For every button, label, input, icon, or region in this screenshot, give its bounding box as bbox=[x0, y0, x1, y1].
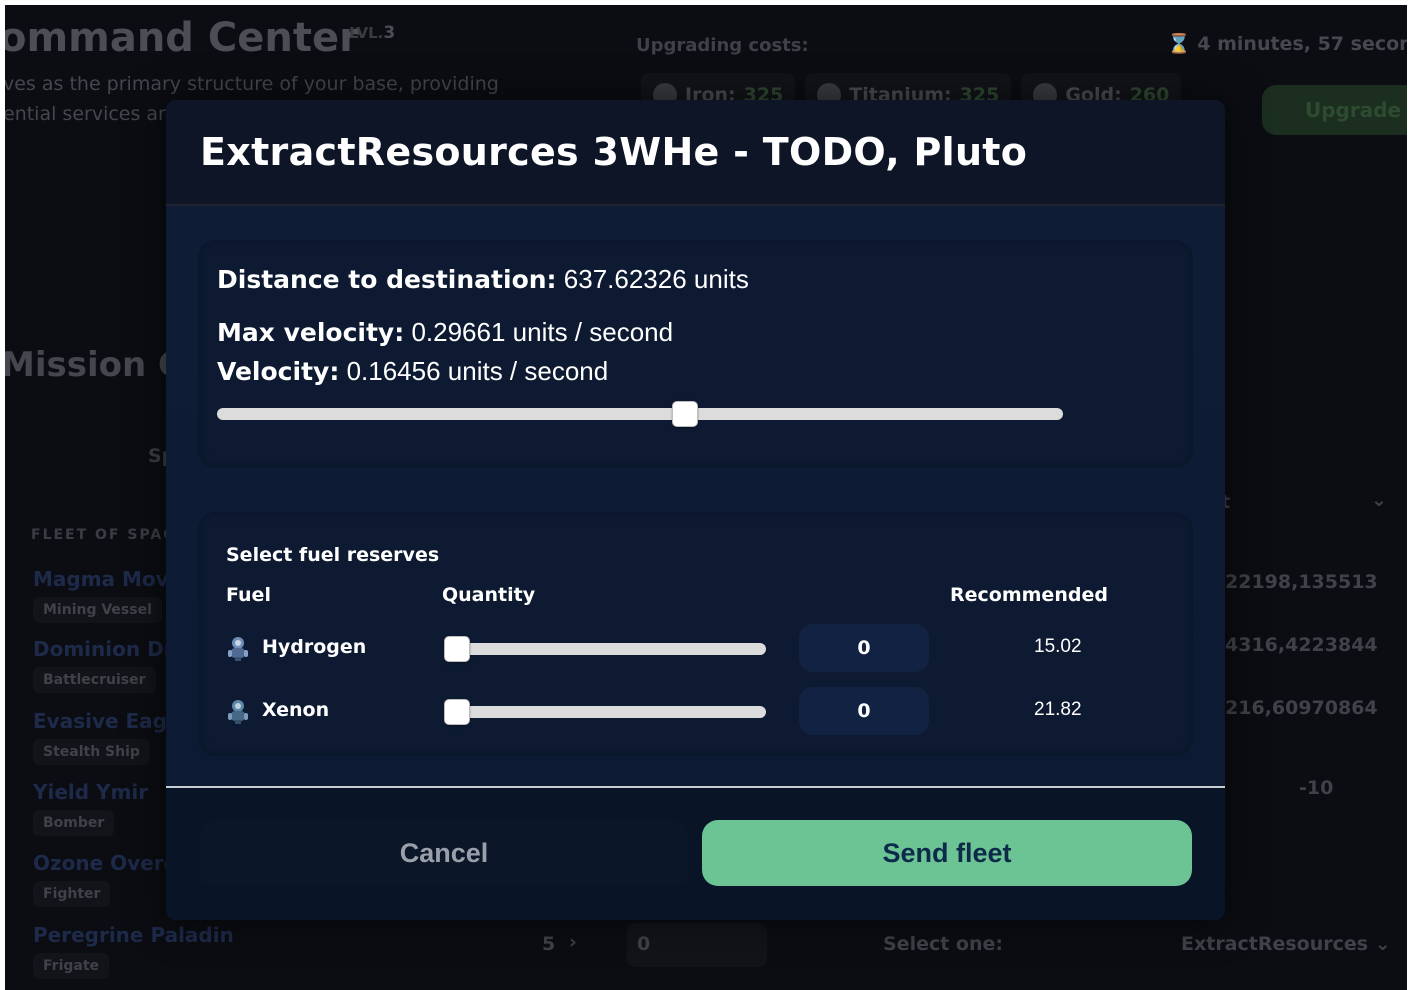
chevron-down-icon: ⌄ bbox=[1374, 933, 1391, 955]
quantity-column-header: Quantity bbox=[442, 584, 536, 606]
modal-header: ExtractResources 3WHe - TODO, Pluto bbox=[166, 100, 1225, 206]
send-fleet-modal: ExtractResources 3WHe - TODO, Pluto Dist… bbox=[166, 100, 1225, 920]
chevron-right-icon[interactable]: › bbox=[569, 931, 577, 953]
modal-title: ExtractResources 3WHe - TODO, Pluto bbox=[200, 130, 1028, 174]
fleet-header: FLEET OF SPAC bbox=[31, 527, 176, 543]
fuel-name: Hydrogen bbox=[262, 636, 367, 658]
fuel-card: Select fuel reserves Fuel Quantity Recom… bbox=[198, 512, 1193, 756]
ship-item[interactable]: Dominion Dr Battlecruiser bbox=[33, 637, 174, 693]
cancel-button[interactable]: Cancel bbox=[199, 820, 689, 886]
upgrading-costs-label: Upgrading costs: bbox=[636, 35, 809, 56]
velocity-card: Distance to destination: 637.62326 units… bbox=[198, 240, 1193, 468]
fuel-slider-handle[interactable] bbox=[444, 636, 470, 662]
modal-body: Distance to destination: 637.62326 units… bbox=[166, 206, 1225, 786]
fuel-slider-handle[interactable] bbox=[444, 699, 470, 725]
fuel-column-header: Fuel bbox=[226, 584, 271, 606]
offset-value: -10 bbox=[1299, 777, 1334, 799]
quantity-input-xenon[interactable]: 0 bbox=[799, 687, 929, 735]
coordinate-value: 4316,4223844 bbox=[1225, 634, 1378, 656]
hydrogen-icon bbox=[228, 637, 248, 661]
xenon-icon bbox=[228, 700, 248, 724]
ship-item[interactable]: Yield Ymir Bomber bbox=[33, 780, 148, 836]
select-label: Select one: bbox=[883, 933, 1003, 955]
quantity-input[interactable]: 0 bbox=[627, 923, 767, 967]
distance-text: Distance to destination: 637.62326 units bbox=[217, 264, 749, 294]
level-badge: LVL.3 bbox=[349, 23, 396, 43]
fuel-slider-hydrogen[interactable] bbox=[444, 636, 766, 662]
send-fleet-button[interactable]: Send fleet bbox=[702, 820, 1192, 886]
velocity-slider[interactable] bbox=[217, 401, 1063, 427]
ship-item[interactable]: Peregrine Paladin Frigate bbox=[33, 923, 234, 979]
page-title: ommand Center bbox=[5, 15, 359, 61]
quantity-input-hydrogen[interactable]: 0 bbox=[799, 624, 929, 672]
coordinate-value: 216,60970864 bbox=[1225, 697, 1378, 719]
max-velocity-text: Max velocity: 0.29661 units / second bbox=[217, 317, 674, 347]
mission-type-select[interactable]: ExtractResources ⌄ bbox=[1181, 933, 1391, 955]
recommended-value: 15.02 bbox=[1034, 636, 1082, 657]
recommended-column-header: Recommended bbox=[950, 584, 1108, 606]
coordinate-value: 22198,135513 bbox=[1225, 571, 1378, 593]
ship-item[interactable]: Magma Move Mining Vessel bbox=[33, 567, 182, 623]
velocity-slider-handle[interactable] bbox=[672, 401, 699, 427]
fuel-slider-xenon[interactable] bbox=[444, 699, 766, 725]
ship-item[interactable]: Evasive Eagl Stealth Ship bbox=[33, 709, 174, 765]
ship-item[interactable]: Ozone Overd Fighter bbox=[33, 851, 178, 907]
velocity-text: Velocity: 0.16456 units / second bbox=[217, 356, 609, 386]
recommended-value: 21.82 bbox=[1034, 699, 1082, 720]
fuel-section-title: Select fuel reserves bbox=[226, 544, 440, 566]
upgrade-button[interactable]: Upgrade bbox=[1262, 85, 1407, 135]
fuel-row-xenon: Xenon 0 21.82 bbox=[198, 687, 1193, 737]
chevron-down-icon: ⌄ bbox=[1371, 489, 1387, 511]
modal-footer: Cancel Send fleet bbox=[166, 786, 1225, 920]
fuel-name: Xenon bbox=[262, 699, 330, 721]
upgrade-timer: ⌛ 4 minutes, 57 second bbox=[1167, 33, 1407, 55]
fuel-row-hydrogen: Hydrogen 0 15.02 bbox=[198, 624, 1193, 674]
ship-count: 5 bbox=[542, 933, 556, 955]
